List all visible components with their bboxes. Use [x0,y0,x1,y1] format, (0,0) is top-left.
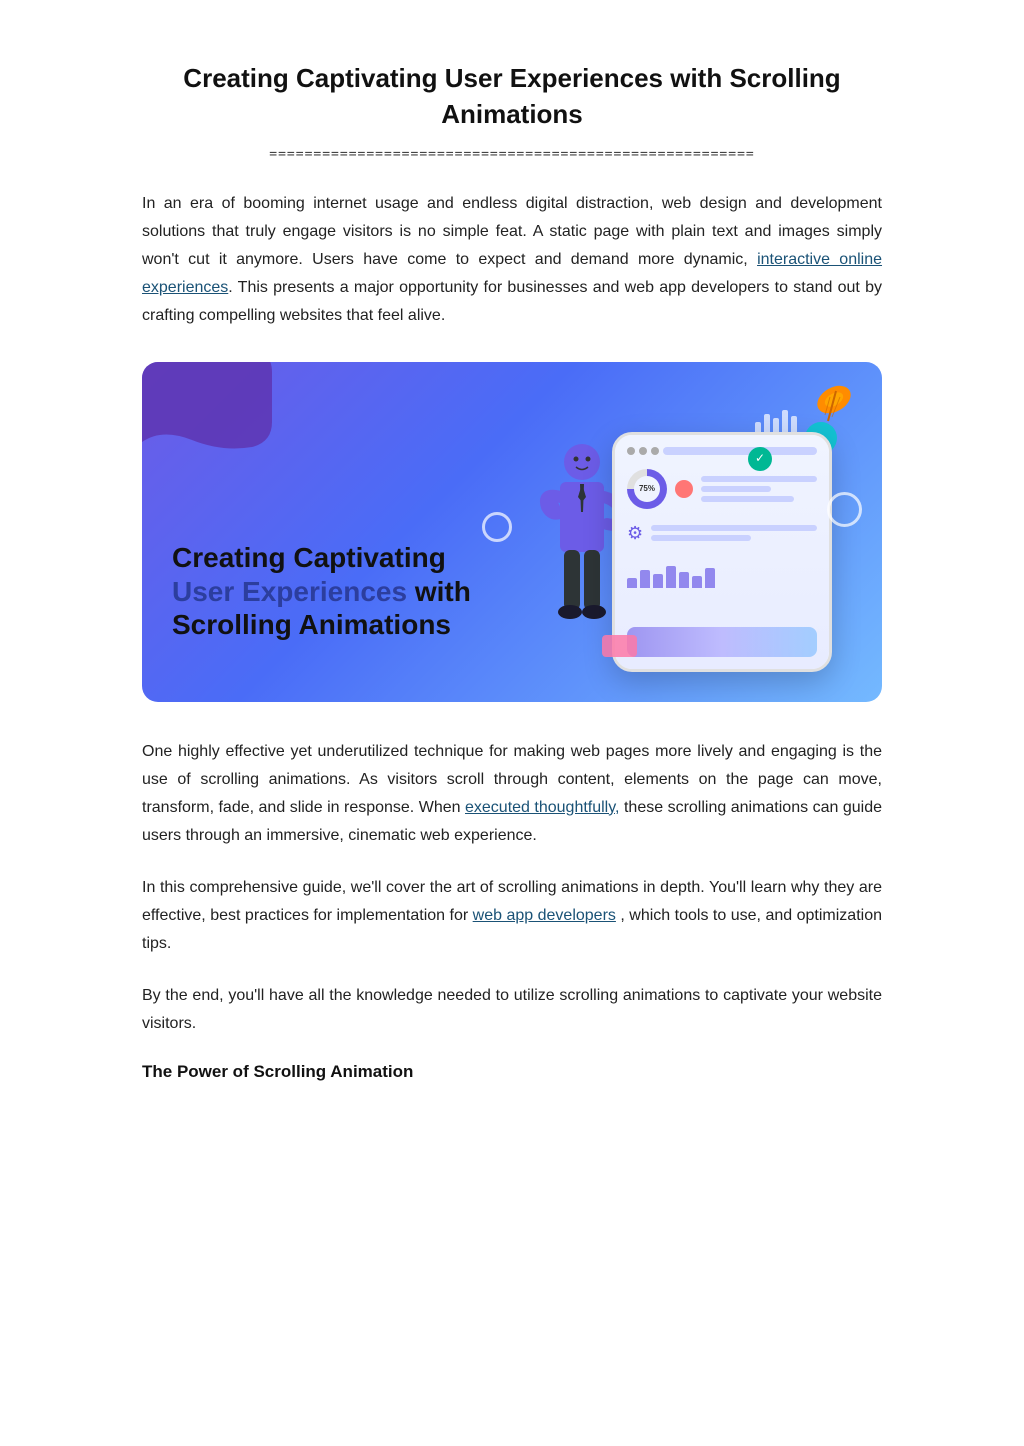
hero-title-line2: User Experiences with [172,575,472,609]
mini-bars [701,476,817,502]
hero-title-line3: Scrolling Animations [172,608,472,642]
section-heading: The Power of Scrolling Animation [142,1062,882,1082]
article-title: Creating Captivating User Experiences wi… [142,60,882,133]
body-paragraph-3: By the end, you'll have all the knowledg… [142,982,882,1038]
body-paragraph-2: In this comprehensive guide, we'll cover… [142,874,882,958]
check-badge: ✓ [748,447,772,471]
device-wave [627,627,817,657]
device-screen: 75% [615,435,829,669]
hero-image: Creating Captivating User Experiences wi… [142,362,882,702]
body-paragraph-1: One highly effective yet underutilized t… [142,738,882,850]
hero-illustration: 75% [472,392,852,672]
color-dot [675,480,693,498]
hero-title-line1: Creating Captivating [172,541,472,575]
executed-thoughtfully-link[interactable]: executed thoughtfully, [465,799,620,816]
device-gear-row: ⚙ [627,519,817,548]
circle-decoration-left [482,512,512,542]
circle-decoration-right [827,492,862,527]
device-stats [627,558,817,588]
web-app-developers-link[interactable]: web app developers [473,907,616,924]
device-topbar [627,447,817,455]
hero-text: Creating Captivating User Experiences wi… [172,481,472,672]
divider-line: ========================================… [142,147,882,162]
intro-text-after-link: . This presents a major opportunity for … [142,279,882,324]
device-illustration: 75% [612,432,832,672]
device-progress-row: 75% [627,469,817,509]
gear-icon: ⚙ [627,523,643,544]
progress-circle: 75% [627,469,667,509]
bar-chart-decoration [755,410,797,432]
page-container: Creating Captivating User Experiences wi… [102,0,922,1178]
intro-paragraph: In an era of booming internet usage and … [142,190,882,330]
illustration: 75% [472,392,852,672]
hero-content: Creating Captivating User Experiences wi… [172,392,852,672]
pink-rect-decoration [602,635,637,657]
